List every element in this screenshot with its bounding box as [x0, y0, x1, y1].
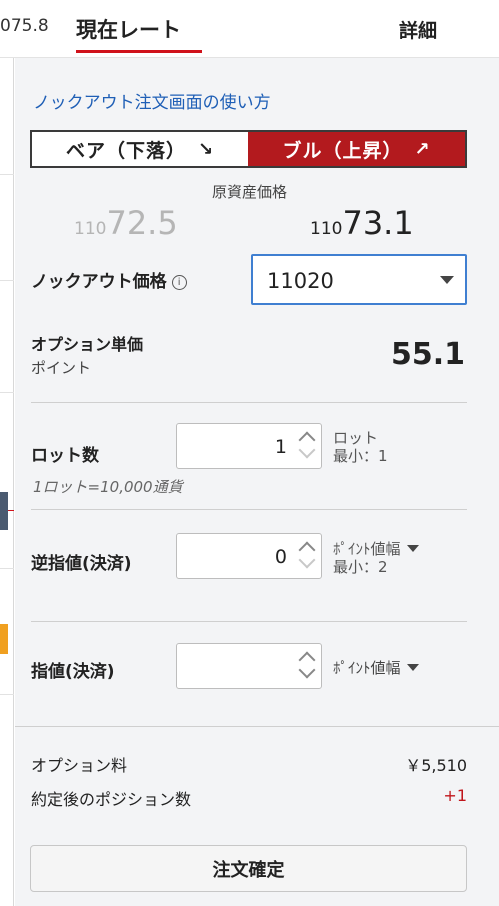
stop-stepper[interactable]: 0	[176, 533, 322, 579]
list-divider	[0, 694, 14, 695]
section-divider	[31, 509, 467, 510]
option-price-unit: ポイント	[31, 359, 92, 377]
limit-unit: ﾎﾟｲﾝﾄ値幅	[333, 659, 401, 677]
bid-rate: 11072.5	[74, 204, 178, 242]
option-price-label: オプション単価	[31, 335, 144, 354]
bear-button[interactable]: ベア（下落） ↘	[32, 132, 248, 166]
ask-rate-prefix: 110	[310, 219, 343, 239]
section-divider	[31, 621, 467, 622]
list-marker	[0, 492, 8, 530]
bid-rate-main: 72.5	[106, 204, 178, 242]
howto-link[interactable]: ノックアウト注文画面の使い方	[33, 88, 271, 113]
info-icon[interactable]: i	[171, 275, 187, 290]
chevron-down-icon[interactable]	[298, 661, 316, 679]
stop-label: 逆指値(決済)	[31, 554, 132, 574]
lots-unit: ロット	[333, 429, 379, 447]
option-price-value: 55.1	[390, 337, 465, 372]
ask-rate: 11073.1	[310, 204, 414, 242]
list-divider	[0, 568, 14, 569]
limit-unit-select[interactable]: ﾎﾟｲﾝﾄ値幅	[333, 657, 419, 678]
lots-value: 1	[274, 436, 287, 458]
spin-buttons[interactable]	[298, 648, 316, 686]
knockout-price-select[interactable]: 11020	[251, 254, 467, 305]
limit-label: 指値(決済)	[31, 662, 115, 682]
positions-row: 約定後のポジション数 +1	[31, 786, 467, 810]
lots-stepper[interactable]: 1	[176, 423, 322, 469]
lot-size-note: 1ロット=10,000通貨	[33, 478, 183, 496]
active-tab-indicator	[76, 50, 202, 53]
caret-down-icon	[406, 545, 419, 552]
list-marker	[0, 624, 8, 654]
knockout-price-label: ノックアウト価格 i	[31, 267, 187, 292]
list-divider	[0, 280, 14, 281]
tab-detail[interactable]: 詳細	[399, 16, 437, 43]
summary-divider	[15, 726, 499, 727]
submit-order-button[interactable]: 注文確定	[30, 845, 467, 892]
caret-down-icon	[440, 276, 454, 284]
knockout-price-value: 11020	[267, 269, 334, 293]
list-marker-line	[8, 510, 14, 511]
stop-unit-note: ﾎﾟｲﾝﾄ値幅 最小：2	[333, 540, 419, 576]
stop-unit: ﾎﾟｲﾝﾄ値幅	[333, 540, 401, 558]
lots-min: 最小：1	[333, 447, 388, 465]
spin-buttons[interactable]	[298, 538, 316, 576]
tab-current-rate[interactable]: 現在レート	[76, 14, 181, 44]
ask-rate-main: 73.1	[342, 204, 414, 242]
premium-value: ￥5,510	[405, 756, 467, 775]
premium-row: オプション料 ￥5,510	[31, 752, 467, 776]
premium-label: オプション料	[31, 756, 128, 775]
positions-value: +1	[443, 786, 467, 805]
bull-button[interactable]: ブル（上昇） ↗	[248, 132, 465, 166]
stop-unit-select[interactable]: ﾎﾟｲﾝﾄ値幅	[333, 540, 419, 558]
limit-stepper[interactable]	[176, 643, 322, 689]
stop-min: 最小：2	[333, 558, 388, 576]
section-divider	[31, 402, 467, 403]
list-divider	[0, 174, 14, 175]
arrow-up-right-icon: ↗	[414, 138, 431, 160]
arrow-down-right-icon: ↘	[197, 138, 215, 160]
spin-buttons[interactable]	[298, 428, 316, 466]
knockout-label-text: ノックアウト価格	[31, 272, 167, 292]
bull-label: ブル（上昇）	[282, 139, 403, 162]
chevron-down-icon[interactable]	[298, 551, 316, 569]
lots-label: ロット数	[31, 446, 99, 466]
stop-value: 0	[274, 546, 287, 568]
caret-down-icon	[406, 664, 419, 671]
lots-unit-note: ロット 最小：1	[333, 429, 388, 465]
chevron-down-icon[interactable]	[298, 441, 316, 459]
top-tab-bar: 075.8 現在レート 詳細	[0, 0, 499, 58]
underlying-price-label: 原資産価格	[211, 183, 287, 201]
prev-rate-fragment: 075.8	[0, 16, 49, 36]
side-toggle: ベア（下落） ↘ ブル（上昇） ↗	[30, 130, 467, 168]
bear-label: ベア（下落）	[65, 139, 186, 162]
bid-rate-prefix: 110	[74, 219, 107, 239]
positions-label: 約定後のポジション数	[31, 790, 192, 809]
list-divider	[0, 392, 14, 393]
